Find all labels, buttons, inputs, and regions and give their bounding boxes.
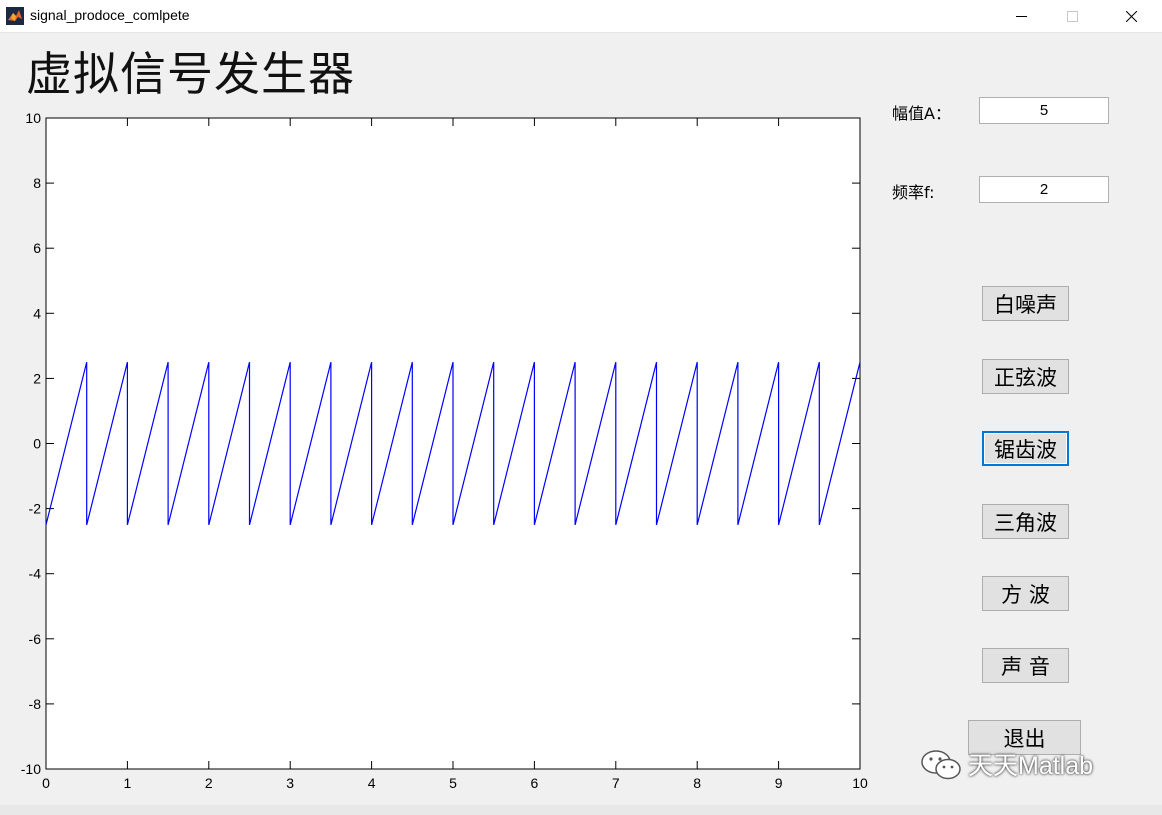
y-tick-label: 0 <box>33 436 41 452</box>
y-tick-label: -2 <box>29 501 42 517</box>
frequency-input[interactable] <box>979 176 1109 203</box>
y-tick-label: 8 <box>33 175 41 191</box>
x-tick-label: 0 <box>42 775 50 791</box>
x-tick-label: 3 <box>286 775 294 791</box>
y-tick-label: 10 <box>25 110 41 126</box>
x-tick-label: 7 <box>612 775 620 791</box>
y-tick-label: -8 <box>29 696 42 712</box>
x-tick-label: 1 <box>124 775 132 791</box>
y-tick-label: 6 <box>33 240 41 256</box>
sawtooth-wave-button[interactable]: 锯齿波 <box>982 431 1069 466</box>
square-wave-button[interactable]: 方 波 <box>982 576 1069 611</box>
signal-line <box>45 361 861 526</box>
y-tick-label: -10 <box>21 761 41 777</box>
white-noise-button[interactable]: 白噪声 <box>982 286 1069 321</box>
triangle-wave-button[interactable]: 三角波 <box>982 504 1069 539</box>
x-tick-label: 2 <box>205 775 213 791</box>
x-tick-label: 6 <box>531 775 539 791</box>
y-tick-label: 4 <box>33 305 41 321</box>
x-tick-label: 5 <box>449 775 457 791</box>
x-tick-label: 8 <box>693 775 701 791</box>
sound-button[interactable]: 声 音 <box>982 648 1069 683</box>
bottom-strip <box>0 805 1162 815</box>
amplitude-input[interactable] <box>979 97 1109 124</box>
y-tick-label: -4 <box>29 566 42 582</box>
x-tick-label: 9 <box>775 775 783 791</box>
sine-wave-button[interactable]: 正弦波 <box>982 359 1069 394</box>
x-tick-label: 10 <box>852 775 868 791</box>
x-tick-label: 4 <box>368 775 376 791</box>
y-tick-label: -6 <box>29 631 42 647</box>
frequency-label: 频率f: <box>892 183 935 202</box>
wechat-icon <box>921 750 961 780</box>
amplitude-label: 幅值A： <box>892 104 951 123</box>
y-tick-label: 2 <box>33 370 41 386</box>
watermark-text: 天天Matlab <box>968 752 1094 780</box>
